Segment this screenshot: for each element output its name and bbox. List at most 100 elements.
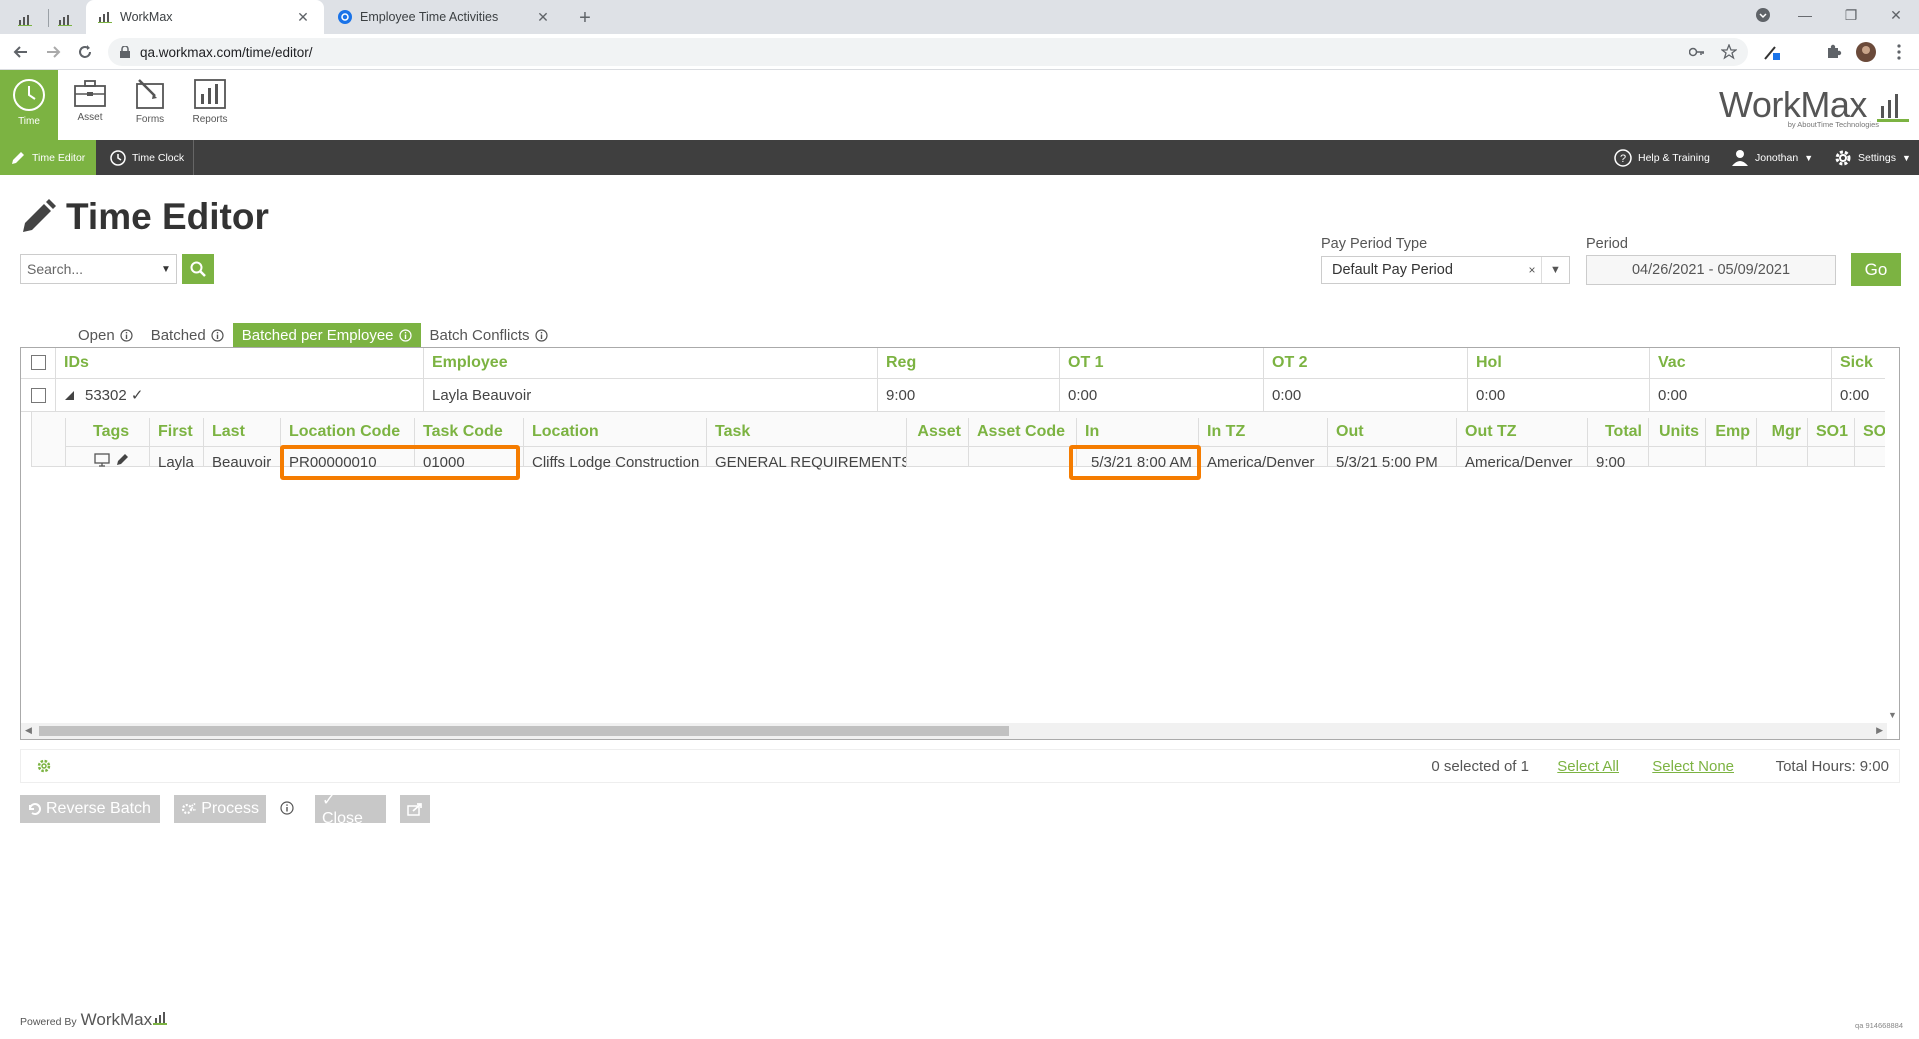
subheader-tags[interactable]: Tags xyxy=(85,418,145,446)
subheader-task-code[interactable]: Task Code xyxy=(415,418,515,446)
subheader-asset-code[interactable]: Asset Code xyxy=(969,418,1079,446)
header-ids[interactable]: IDs xyxy=(56,348,444,378)
subheader-task[interactable]: Task xyxy=(707,418,897,446)
subheader-so1[interactable]: SO1 xyxy=(1808,418,1854,446)
scroll-right-arrow[interactable]: ▶ xyxy=(1876,725,1883,736)
subrow-location[interactable]: Cliffs Lodge Construction xyxy=(524,447,706,477)
nav-user-menu[interactable]: Jonothan ▼ xyxy=(1731,140,1813,175)
subrow-out[interactable]: 5/3/21 5:00 PM xyxy=(1328,447,1456,477)
close-button[interactable]: ✓ Close xyxy=(315,792,386,827)
subheader-last[interactable]: Last xyxy=(204,418,274,446)
pinned-tab-workmax-1[interactable] xyxy=(8,5,42,34)
close-window-button[interactable]: ✕ xyxy=(1873,0,1919,30)
star-icon[interactable] xyxy=(1718,41,1740,63)
module-asset[interactable]: Asset xyxy=(61,70,119,140)
subrow-in-tz[interactable]: America/Denver xyxy=(1199,447,1327,477)
gear-icon[interactable] xyxy=(37,759,51,773)
period-field[interactable]: 04/26/2021 - 05/09/2021 xyxy=(1586,255,1836,285)
subheader-units[interactable]: Units xyxy=(1649,418,1705,446)
module-forms[interactable]: Forms xyxy=(121,70,179,140)
header-sick[interactable]: Sick xyxy=(1832,348,1892,378)
process-button[interactable]: Process xyxy=(174,795,266,823)
tab-batched-per-employee[interactable]: Batched per Employee xyxy=(232,323,421,347)
subrow-units[interactable] xyxy=(1649,447,1705,477)
tab-batch-conflicts[interactable]: Batch Conflicts xyxy=(421,323,557,347)
restore-button[interactable]: ❐ xyxy=(1828,0,1874,30)
forward-arrow-icon[interactable] xyxy=(40,39,66,65)
close-tab-icon[interactable]: ✕ xyxy=(294,9,312,26)
subrow-task[interactable]: GENERAL REQUIREMENTS xyxy=(707,447,906,477)
tab-open[interactable]: Open xyxy=(69,323,142,347)
pay-period-type-select[interactable]: Default Pay Period × ▼ xyxy=(1321,256,1570,284)
subheader-in[interactable]: In xyxy=(1077,418,1157,446)
puzzle-icon[interactable] xyxy=(1823,41,1845,63)
extension-pen-icon[interactable] xyxy=(1761,41,1783,63)
row-checkbox[interactable] xyxy=(31,388,46,403)
tab-workmax[interactable]: WorkMax ✕ xyxy=(86,0,324,34)
subheader-location-code[interactable]: Location Code xyxy=(281,418,406,446)
module-reports[interactable]: Reports xyxy=(181,70,239,140)
subrow-mgr[interactable] xyxy=(1757,447,1807,477)
scrollbar-thumb[interactable] xyxy=(39,726,1009,736)
go-button[interactable]: Go xyxy=(1851,253,1901,286)
export-button[interactable] xyxy=(400,795,430,823)
header-ot2[interactable]: OT 2 xyxy=(1264,348,1464,378)
monitor-icon[interactable] xyxy=(94,453,110,467)
subrow-asset[interactable] xyxy=(907,447,968,477)
avatar[interactable] xyxy=(1855,41,1877,63)
nav-settings[interactable]: Settings ▼ xyxy=(1834,140,1911,175)
collapse-triangle-icon[interactable] xyxy=(65,391,74,400)
scroll-down-arrow[interactable]: ▼ xyxy=(1888,710,1897,720)
reload-icon[interactable] xyxy=(72,39,98,65)
header-hol[interactable]: Hol xyxy=(1468,348,1648,378)
subheader-location[interactable]: Location xyxy=(524,418,714,446)
info-icon[interactable] xyxy=(280,801,294,815)
tab-search-icon[interactable] xyxy=(1740,0,1786,30)
header-employee[interactable]: Employee xyxy=(424,348,784,378)
key-icon[interactable] xyxy=(1686,41,1708,63)
subrow-out-tz[interactable]: America/Denver xyxy=(1457,447,1587,477)
nav-time-editor[interactable]: Time Editor xyxy=(0,140,96,175)
vertical-scrollbar[interactable]: ▼ xyxy=(1885,348,1899,724)
kebab-menu-icon[interactable] xyxy=(1888,41,1910,63)
search-button[interactable] xyxy=(182,254,214,284)
header-vac[interactable]: Vac xyxy=(1650,348,1830,378)
nav-help-training[interactable]: ? Help & Training xyxy=(1614,140,1710,175)
reverse-batch-button[interactable]: Reverse Batch xyxy=(20,795,160,823)
url-bar[interactable]: qa.workmax.com/time/editor/ xyxy=(108,38,1748,66)
close-tab-icon[interactable]: ✕ xyxy=(534,9,552,26)
subheader-first[interactable]: First xyxy=(150,418,202,446)
tab-batched[interactable]: Batched xyxy=(142,323,233,347)
chevron-down-icon[interactable]: ▼ xyxy=(1541,257,1569,283)
subheader-so[interactable]: SO xyxy=(1855,418,1887,446)
pinned-tab-workmax-2[interactable] xyxy=(48,5,82,34)
minimize-button[interactable]: — xyxy=(1782,0,1828,30)
subheader-mgr[interactable]: Mgr xyxy=(1757,418,1807,446)
pencil-icon[interactable] xyxy=(116,452,130,466)
subrow-emp[interactable] xyxy=(1706,447,1756,477)
subheader-out-tz[interactable]: Out TZ xyxy=(1457,418,1577,446)
select-all-link[interactable]: Select All xyxy=(1557,758,1619,775)
tab-employee-time-activities[interactable]: Employee Time Activities ✕ xyxy=(326,0,564,34)
back-arrow-icon[interactable] xyxy=(8,39,34,65)
chevron-down-icon[interactable]: ▼ xyxy=(156,264,176,275)
nav-time-clock[interactable]: Time Clock xyxy=(100,140,194,175)
select-none-link[interactable]: Select None xyxy=(1652,758,1734,775)
subheader-total[interactable]: Total xyxy=(1588,418,1648,446)
select-all-checkbox[interactable] xyxy=(31,355,46,370)
header-ot1[interactable]: OT 1 xyxy=(1060,348,1260,378)
header-reg[interactable]: Reg xyxy=(878,348,1058,378)
scroll-left-arrow[interactable]: ◀ xyxy=(25,725,32,736)
subheader-in-tz[interactable]: In TZ xyxy=(1199,418,1299,446)
clear-icon[interactable]: × xyxy=(1523,263,1541,277)
search-input[interactable]: Search... ▼ xyxy=(20,254,177,284)
subrow-so1[interactable] xyxy=(1808,447,1854,477)
horizontal-scrollbar[interactable]: ◀ ▶ xyxy=(21,723,1887,739)
subrow-so[interactable] xyxy=(1855,447,1887,477)
new-tab-button[interactable]: + xyxy=(572,5,598,31)
module-time[interactable]: Time xyxy=(0,70,58,140)
subheader-asset[interactable]: Asset xyxy=(907,418,967,446)
subrow-asset-code[interactable] xyxy=(969,447,1076,477)
subheader-emp[interactable]: Emp xyxy=(1706,418,1756,446)
subheader-out[interactable]: Out xyxy=(1328,418,1428,446)
